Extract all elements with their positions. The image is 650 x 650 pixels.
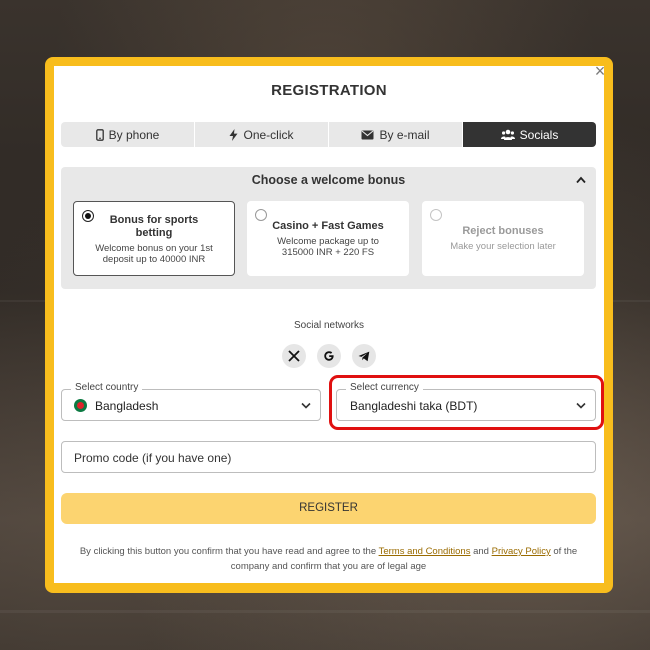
register-button[interactable]: REGISTER — [61, 493, 596, 524]
users-icon — [500, 129, 515, 140]
radio-selected[interactable] — [82, 210, 94, 222]
tab-by-email[interactable]: By e-mail — [329, 122, 463, 147]
radio-unselected[interactable] — [255, 209, 267, 221]
promo-code-input[interactable]: Promo code (if you have one) — [61, 441, 596, 473]
bangladesh-flag-icon — [74, 399, 87, 412]
country-select-value: Bangladesh — [95, 399, 159, 413]
envelope-icon — [361, 130, 374, 139]
tab-label: By phone — [108, 127, 160, 142]
bonus-option-description: Welcome bonus on your 1st deposit up to … — [95, 243, 213, 265]
background-stripe — [0, 610, 650, 613]
lightning-icon — [229, 128, 238, 141]
tab-one-click[interactable]: One-click — [195, 122, 329, 147]
terms-and-conditions-link[interactable]: Terms and Conditions — [379, 546, 471, 557]
registration-tabs: By phone One-click By e-mail Socials — [61, 122, 596, 147]
radio-unselected[interactable] — [430, 209, 442, 221]
x-icon — [288, 350, 300, 362]
privacy-policy-link[interactable]: Privacy Policy — [492, 546, 551, 557]
page-title: REGISTRATION — [271, 82, 387, 99]
currency-highlight-box — [329, 375, 604, 430]
bonus-option-title: Reject bonuses — [462, 225, 544, 237]
tab-label: By e-mail — [379, 127, 430, 142]
bonus-option-casino[interactable]: Casino + Fast Games Welcome package up t… — [247, 201, 409, 276]
bonus-panel-title: Choose a welcome bonus — [251, 173, 406, 187]
country-select[interactable]: Select country Bangladesh — [61, 382, 321, 421]
x-login-button[interactable] — [282, 344, 306, 368]
bonus-option-reject[interactable]: Reject bonuses Make your selection later — [422, 201, 584, 276]
bonus-panel: Choose a welcome bonus Bonus for sports … — [61, 167, 596, 289]
phone-icon — [95, 128, 104, 141]
social-networks — [282, 344, 376, 368]
social-networks-label: Social networks — [293, 320, 365, 331]
chevron-down-icon — [301, 402, 311, 409]
chevron-up-icon[interactable] — [576, 176, 586, 184]
google-icon — [324, 351, 334, 361]
terms-text: By clicking this button you confirm that… — [79, 546, 379, 557]
bonus-option-description: Make your selection later — [450, 241, 556, 252]
bonus-option-description: Welcome package up to 315000 INR + 220 F… — [277, 236, 379, 258]
country-select-label: Select country — [71, 382, 143, 393]
close-button[interactable]: × — [592, 62, 608, 80]
terms-text: and — [470, 546, 492, 557]
tab-label: Socials — [519, 127, 559, 142]
telegram-login-button[interactable] — [352, 344, 376, 368]
tab-by-phone[interactable]: By phone — [61, 122, 195, 147]
terms-notice: By clicking this button you confirm that… — [70, 545, 587, 574]
tab-label: One-click — [243, 127, 294, 142]
bonus-option-sports[interactable]: Bonus for sports betting Welcome bonus o… — [73, 201, 235, 276]
google-login-button[interactable] — [317, 344, 341, 368]
bonus-option-title: Casino + Fast Games — [272, 220, 384, 232]
bonus-option-title: Bonus for sports betting — [109, 214, 199, 239]
telegram-icon — [358, 351, 370, 361]
tab-socials[interactable]: Socials — [463, 122, 596, 147]
